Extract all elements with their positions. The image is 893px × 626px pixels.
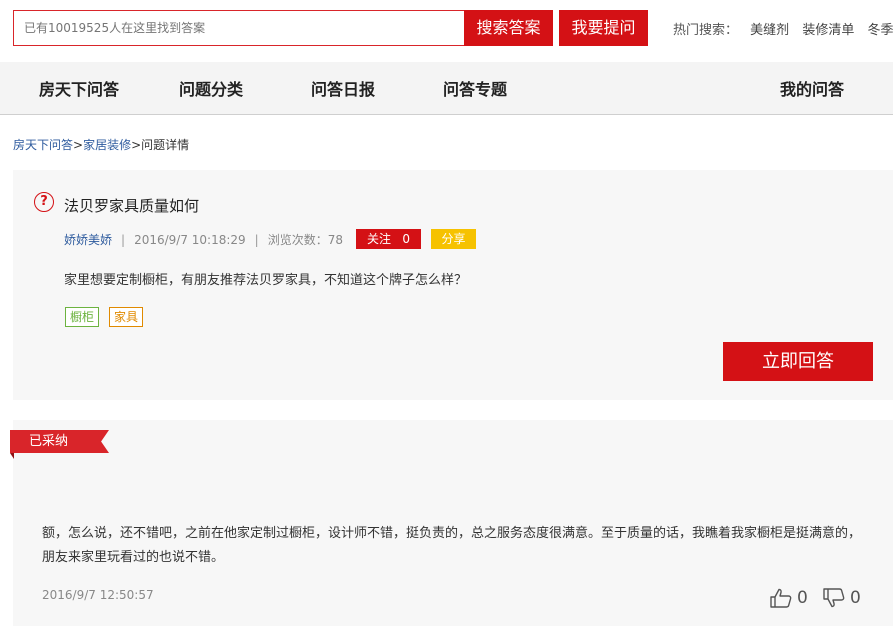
hot-search-item[interactable]: 美缝剂 xyxy=(750,23,789,38)
hot-searches-label: 热门搜索： xyxy=(673,23,739,38)
question-time: 2016/9/7 10:18:29 xyxy=(134,233,246,247)
share-button[interactable]: 分享 xyxy=(431,229,476,249)
upvote-count: 0 xyxy=(797,588,808,608)
downvote-count: 0 xyxy=(850,588,861,608)
thumbs-up-icon xyxy=(770,588,792,608)
nav-item-topics[interactable]: 问答专题 xyxy=(443,76,507,100)
breadcrumb-category-link[interactable]: 家居装修 xyxy=(83,138,131,152)
nav-item-categories[interactable]: 问题分类 xyxy=(179,76,243,100)
nav-item-home[interactable]: 房天下问答 xyxy=(39,76,119,100)
breadcrumb-separator: > xyxy=(131,138,142,152)
upvote-button[interactable]: 0 xyxy=(770,588,808,608)
meta-divider: | xyxy=(254,233,259,247)
hot-search-item[interactable]: 装修清单 xyxy=(802,23,854,38)
search-input[interactable] xyxy=(13,10,464,46)
answer-now-button[interactable]: 立即回答 xyxy=(723,342,873,381)
accepted-badge: 已采纳 xyxy=(10,430,109,453)
question-panel: ? 法贝罗家具质量如何 娇娇美娇 | 2016/9/7 10:18:29 | 浏览次数：… xyxy=(13,170,893,400)
question-body: 家里想要定制橱柜，有朋友推荐法贝罗家具，不知道这个牌子怎么样？ xyxy=(64,273,468,288)
top-bar: 搜索答案 我要提问 热门搜索： 美缝剂 装修清单 冬季 xyxy=(0,0,893,62)
nav-item-my-questions[interactable]: 我的问答 xyxy=(780,76,844,100)
downvote-button[interactable]: 0 xyxy=(823,588,861,608)
follow-label: 关注 xyxy=(366,232,391,246)
hot-search-item[interactable]: 冬季 xyxy=(867,23,893,38)
breadcrumb-current: 问题详情 xyxy=(141,138,190,152)
thumbs-down-icon xyxy=(823,588,845,608)
breadcrumb: 房天下问答>家居装修>问题详情 xyxy=(13,136,189,153)
question-author-link[interactable]: 娇娇美娇 xyxy=(64,233,112,247)
answer-body: 额，怎么说，还不错吧，之前在他家定制过橱柜，设计师不错，挺负责的，总之服务态度很… xyxy=(42,526,862,565)
ribbon-fold xyxy=(10,453,14,459)
meta-divider: | xyxy=(121,233,126,247)
follow-count: 0 xyxy=(402,232,411,246)
tag-cabinet[interactable]: 橱柜 xyxy=(65,307,100,327)
breadcrumb-home-link[interactable]: 房天下问答 xyxy=(13,138,73,152)
main-nav: 房天下问答 问题分类 问答日报 问答专题 我的问答 xyxy=(0,62,893,115)
breadcrumb-separator: > xyxy=(73,138,84,152)
nav-item-daily[interactable]: 问答日报 xyxy=(311,76,375,100)
answer-time: 2016/9/7 12:50:57 xyxy=(42,588,154,602)
question-mark-icon: ? xyxy=(34,192,54,212)
search-button[interactable]: 搜索答案 xyxy=(464,10,553,46)
tag-furniture[interactable]: 家具 xyxy=(109,307,144,327)
hot-searches: 热门搜索： 美缝剂 装修清单 冬季 xyxy=(673,19,893,38)
question-views: 浏览次数：78 xyxy=(267,233,343,247)
question-meta: 娇娇美娇 | 2016/9/7 10:18:29 | 浏览次数：78 xyxy=(64,231,343,248)
question-title: 法贝罗家具质量如何 xyxy=(64,197,200,215)
accepted-answer-panel: 已采纳 额，怎么说，还不错吧，之前在他家定制过橱柜，设计师不错，挺负责的，总之服… xyxy=(10,420,893,626)
follow-button[interactable]: 关注 0 xyxy=(356,229,421,249)
ask-question-button[interactable]: 我要提问 xyxy=(559,10,648,46)
